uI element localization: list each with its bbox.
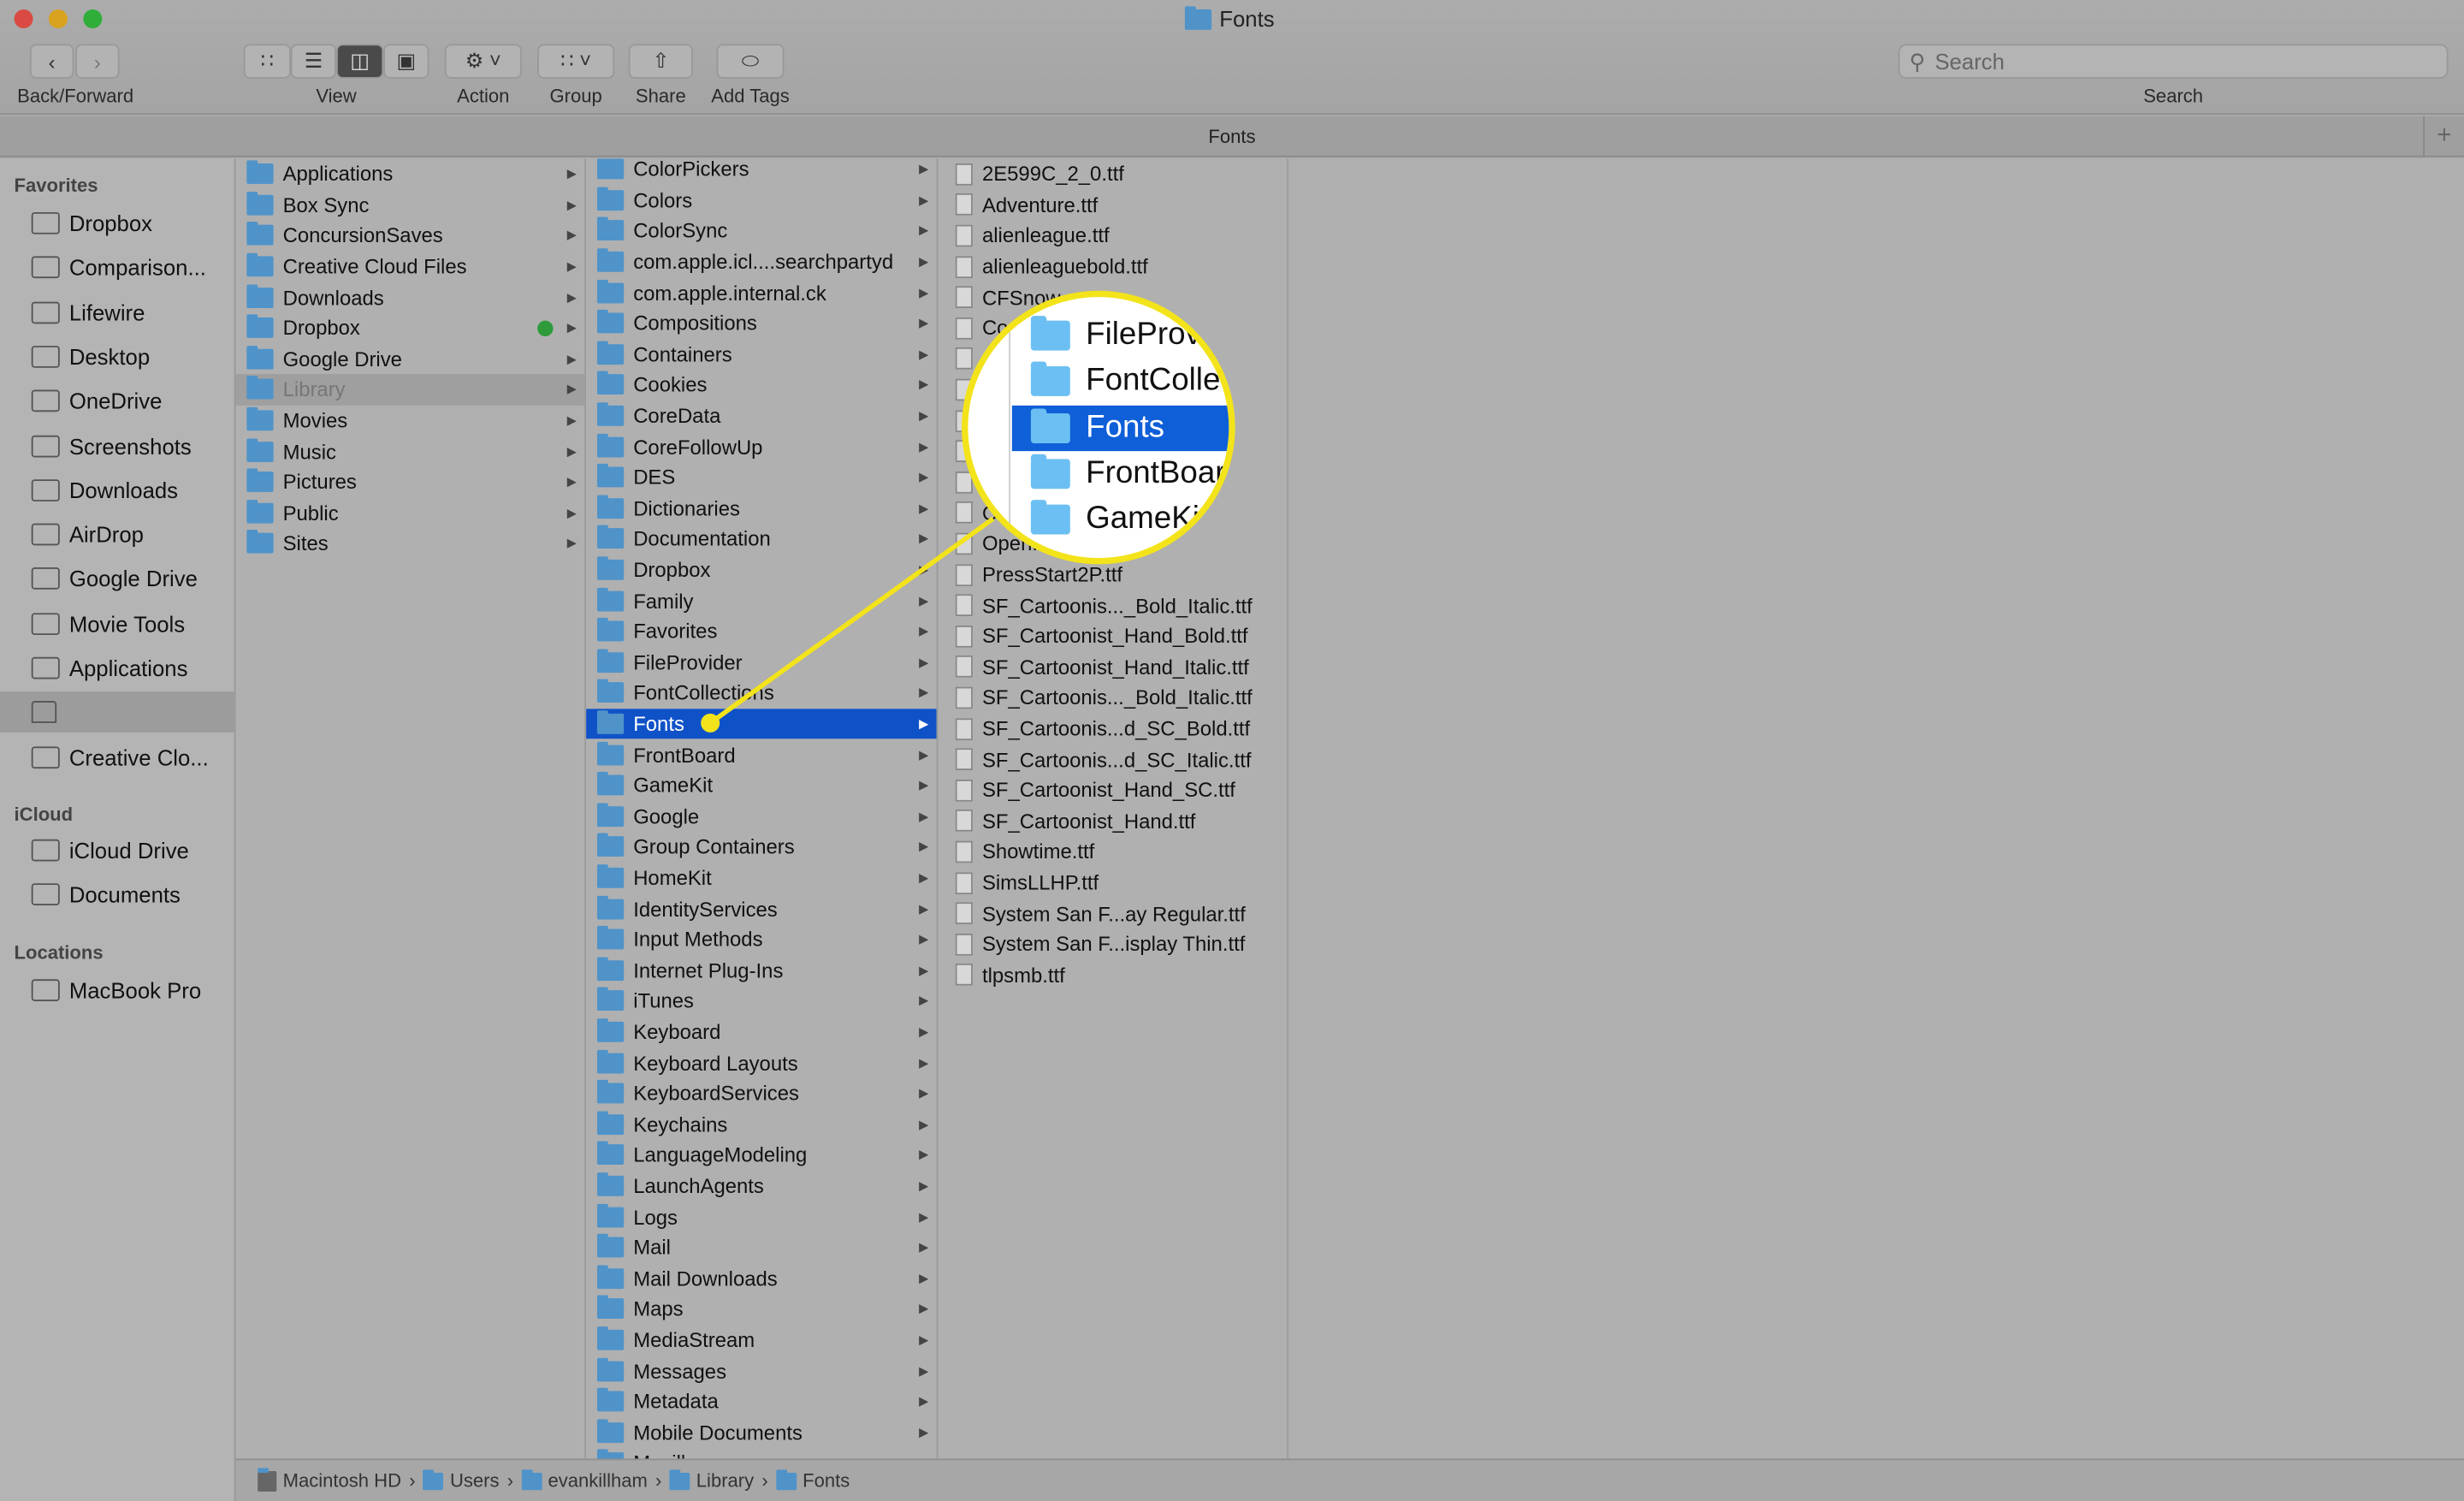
callout-line (708, 516, 995, 726)
folder-icon (1030, 407, 1070, 443)
magnifier-callout: FileProv FontCollec Fonts FrontBoar GameKit (962, 290, 1235, 565)
column-divider (1009, 297, 1010, 559)
magnified-item: Fonts (1011, 405, 1229, 451)
callout-overlay (701, 516, 995, 733)
magnified-label: FontCollec (1086, 363, 1235, 399)
folder-icon (1030, 361, 1070, 397)
magnified-item: FileProv (1012, 313, 1229, 359)
magnified-item: FrontBoar (1012, 451, 1229, 496)
folder-icon (1030, 454, 1070, 489)
folder-icon (1030, 316, 1070, 351)
magnified-label: FrontBoar (1086, 455, 1226, 490)
folder-icon (1030, 500, 1070, 535)
magnified-label: Fonts (1086, 409, 1165, 445)
magnified-label: GameKit (1086, 501, 1209, 537)
callout-dot (701, 713, 720, 733)
magnified-item: GameKit (1012, 497, 1229, 543)
magnified-item: FontCollec (1012, 359, 1235, 404)
finder-window: Fonts ‹ › Back/Forward ∷ ☰ ◫ ▣ View ⚙ ˅ … (0, 0, 2464, 1501)
magnified-label: FileProv (1086, 317, 1201, 353)
